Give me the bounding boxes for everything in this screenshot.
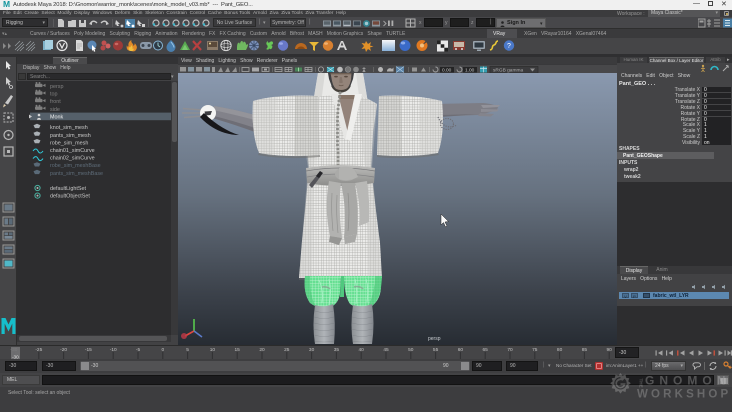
svg-text:robe_sim_meshBase: robe_sim_meshBase — [50, 163, 101, 169]
svg-text:persp: persp — [428, 336, 441, 342]
svg-text:GNOMON: GNOMON — [645, 374, 728, 388]
svg-text:WORKSHOP: WORKSHOP — [637, 389, 729, 401]
svg-text:Monk: Monk — [50, 114, 63, 120]
svg-text:side: side — [50, 107, 60, 113]
svg-text:top: top — [50, 92, 58, 98]
svg-text:pants_sim_mesh: pants_sim_mesh — [50, 133, 91, 139]
svg-text:knot_sim_mesh: knot_sim_mesh — [50, 125, 88, 131]
svg-text:persp: persp — [50, 84, 64, 90]
svg-text:chain02_simCurve: chain02_simCurve — [50, 156, 95, 162]
svg-text:THE: THE — [639, 379, 644, 388]
svg-text:front: front — [50, 99, 61, 105]
svg-text:?: ? — [507, 43, 511, 50]
svg-text:defaultObjectSet: defaultObjectSet — [50, 194, 90, 200]
svg-text:chain01_simCurve: chain01_simCurve — [50, 148, 95, 154]
svg-text:pants_sim_meshBase: pants_sim_meshBase — [50, 171, 103, 177]
svg-text:robe_sim_mesh: robe_sim_mesh — [50, 140, 88, 146]
svg-text:defaultLightSet: defaultLightSet — [50, 186, 86, 192]
